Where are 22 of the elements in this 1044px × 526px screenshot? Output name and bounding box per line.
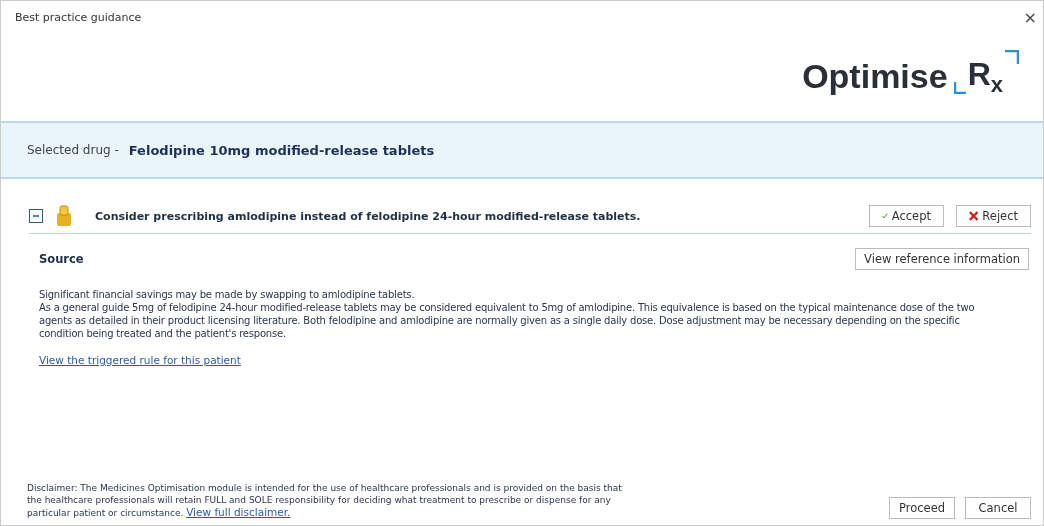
cross-icon [969,210,979,222]
recommendation-text: Consider prescribing amlodipine instead of felodipine 24-hour modified-release tablets. [95,209,642,223]
corner-bracket-icon [1005,49,1019,64]
source-paragraph: Significant financial savings may be made by swapping to amlodipine tablets. [39,288,416,301]
close-button[interactable]: × [1019,7,1041,27]
collapse-icon[interactable] [29,209,43,223]
disclaimer-text: Disclaimer: The Medicines Optimisation module is intended for the use of healthcare professionals and is provided on the basis that the healthcare professionals will retain FULL and SOLE responsibility for deciding what treatment to prescribe or dispense for any particular patient or circumstance. View full disclaimer. [27,483,623,519]
proceed-button[interactable]: Proceed [889,497,955,519]
view-reference-button[interactable]: View reference information [855,248,1029,270]
corner-bracket-icon [953,82,966,95]
full-disclaimer-link[interactable]: View full disclaimer. [186,505,291,519]
source-paragraph: As a general guide 5mg of felodipine 24-hour modified-release tablets may be considered equivalent to 5mg of amlodipine. This equivalence is based on the typical maintenance dose of the two agents as detailed in their product licensing literature. Both felodipine and amlodipine are normally given as a single daily dose. Dose adjustment may be necessary depending on the specific condition being treated and the patient's response. [39,301,976,340]
reject-button[interactable]: Reject [956,205,1031,227]
logo-text: Optimise [802,57,948,97]
selected-drug-name: Felodipine 10mg modified-release tablets [128,142,435,158]
selected-drug-label: Selected drug - [27,143,119,157]
logo-mark: R$_{x}$ [967,55,1003,99]
source-heading: Source [39,252,84,266]
triggered-rule-link[interactable]: View the triggered rule for this patient [39,354,241,366]
accept-button[interactable]: Accept [869,205,944,227]
window-title: Best practice guidance [15,10,142,24]
cancel-button[interactable]: Cancel [965,497,1031,519]
